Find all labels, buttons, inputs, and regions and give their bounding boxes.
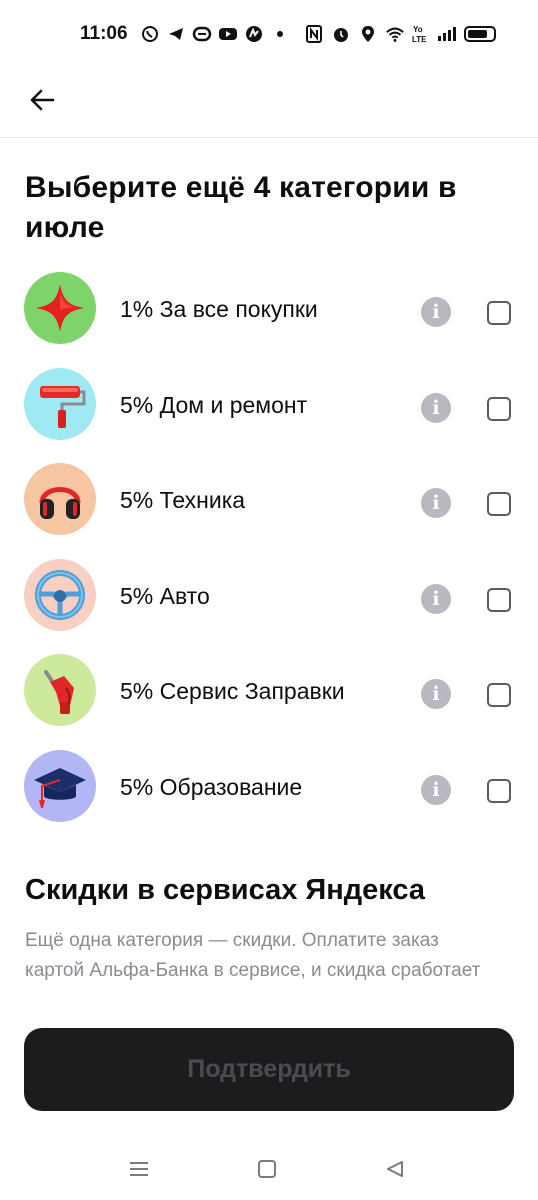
category-checkbox[interactable] bbox=[487, 301, 511, 325]
category-row[interactable]: 5% Авто i bbox=[0, 552, 538, 632]
section-title: Скидки в сервисах Яндекса bbox=[25, 874, 426, 906]
lte-icon: Yo LTE bbox=[412, 24, 430, 44]
info-icon: i bbox=[432, 682, 440, 705]
youtube-icon bbox=[218, 24, 238, 44]
svg-text:LTE: LTE bbox=[412, 35, 427, 44]
category-label: 5% Техника bbox=[120, 487, 246, 513]
fuel-nozzle-icon bbox=[44, 670, 74, 714]
category-row[interactable]: 5% Техника i bbox=[0, 456, 538, 536]
category-row[interactable]: 1% За все покупки i bbox=[0, 265, 538, 345]
category-label: 5% Образование bbox=[120, 774, 303, 800]
category-avatar bbox=[24, 368, 96, 440]
category-avatar bbox=[24, 272, 96, 344]
info-button[interactable]: i bbox=[421, 584, 451, 614]
signal-icon bbox=[437, 24, 457, 44]
category-label: 5% Дом и ремонт bbox=[120, 392, 308, 418]
app-icon bbox=[244, 24, 264, 44]
category-checkbox[interactable] bbox=[487, 779, 511, 803]
section-description: Ещё одна категория — скидки. Оплатите за… bbox=[25, 930, 481, 981]
category-checkbox[interactable] bbox=[487, 397, 511, 421]
wifi-icon bbox=[385, 24, 405, 44]
category-row[interactable]: 5% Сервис Заправки i bbox=[0, 647, 538, 727]
info-button[interactable]: i bbox=[421, 488, 451, 518]
info-button[interactable]: i bbox=[421, 297, 451, 327]
category-avatar bbox=[24, 750, 96, 822]
menu-icon bbox=[130, 1162, 148, 1176]
home-square-icon bbox=[258, 1160, 276, 1178]
red-star-icon bbox=[36, 284, 84, 332]
paint-roller-icon bbox=[40, 386, 86, 428]
info-button[interactable]: i bbox=[421, 775, 451, 805]
recent-apps-button[interactable] bbox=[124, 1154, 154, 1184]
system-nav-bar bbox=[0, 1140, 538, 1200]
svg-text:Yo: Yo bbox=[413, 25, 423, 34]
arrow-left-icon bbox=[30, 89, 55, 111]
category-avatar bbox=[24, 463, 96, 535]
info-icon: i bbox=[432, 396, 440, 419]
category-label: 5% Сервис Заправки bbox=[120, 678, 345, 704]
system-back-button[interactable] bbox=[380, 1154, 410, 1184]
category-checkbox[interactable] bbox=[487, 683, 511, 707]
info-icon: i bbox=[432, 491, 440, 514]
info-icon: i bbox=[432, 587, 440, 610]
back-triangle-icon bbox=[387, 1161, 403, 1177]
info-icon: i bbox=[432, 300, 440, 323]
viber-icon bbox=[140, 24, 160, 44]
category-checkbox[interactable] bbox=[487, 588, 511, 612]
status-bar: 11:06 Yo LTE bbox=[0, 0, 538, 70]
info-button[interactable]: i bbox=[421, 679, 451, 709]
nfc-icon bbox=[304, 24, 324, 44]
steering-wheel-icon bbox=[35, 570, 85, 620]
category-row[interactable]: 5% Образование i bbox=[0, 743, 538, 823]
status-time: 11:06 bbox=[80, 23, 128, 44]
confirm-button[interactable]: Подтвердить bbox=[24, 1028, 514, 1111]
category-label: 5% Авто bbox=[120, 583, 210, 609]
headphones-icon bbox=[39, 487, 81, 519]
back-button[interactable] bbox=[22, 80, 62, 120]
info-button[interactable]: i bbox=[421, 393, 451, 423]
info-icon: i bbox=[432, 778, 440, 801]
category-label: 1% За все покупки bbox=[120, 296, 318, 322]
graduation-cap-icon bbox=[34, 768, 86, 808]
category-row[interactable]: 5% Дом и ремонт i bbox=[0, 361, 538, 441]
alarm-icon bbox=[331, 24, 351, 44]
status-left-icons bbox=[140, 24, 290, 44]
dot-icon bbox=[270, 24, 290, 44]
category-avatar bbox=[24, 654, 96, 726]
battery-icon bbox=[464, 26, 496, 42]
telegram-icon bbox=[166, 24, 186, 44]
chat-icon bbox=[192, 24, 212, 44]
header bbox=[0, 70, 538, 138]
category-avatar bbox=[24, 559, 96, 631]
location-icon bbox=[358, 24, 378, 44]
category-checkbox[interactable] bbox=[487, 492, 511, 516]
home-button[interactable] bbox=[252, 1154, 282, 1184]
page-title: Выберите ещё 4 категории в июле bbox=[25, 171, 457, 244]
status-right-icons: Yo LTE bbox=[304, 24, 496, 44]
